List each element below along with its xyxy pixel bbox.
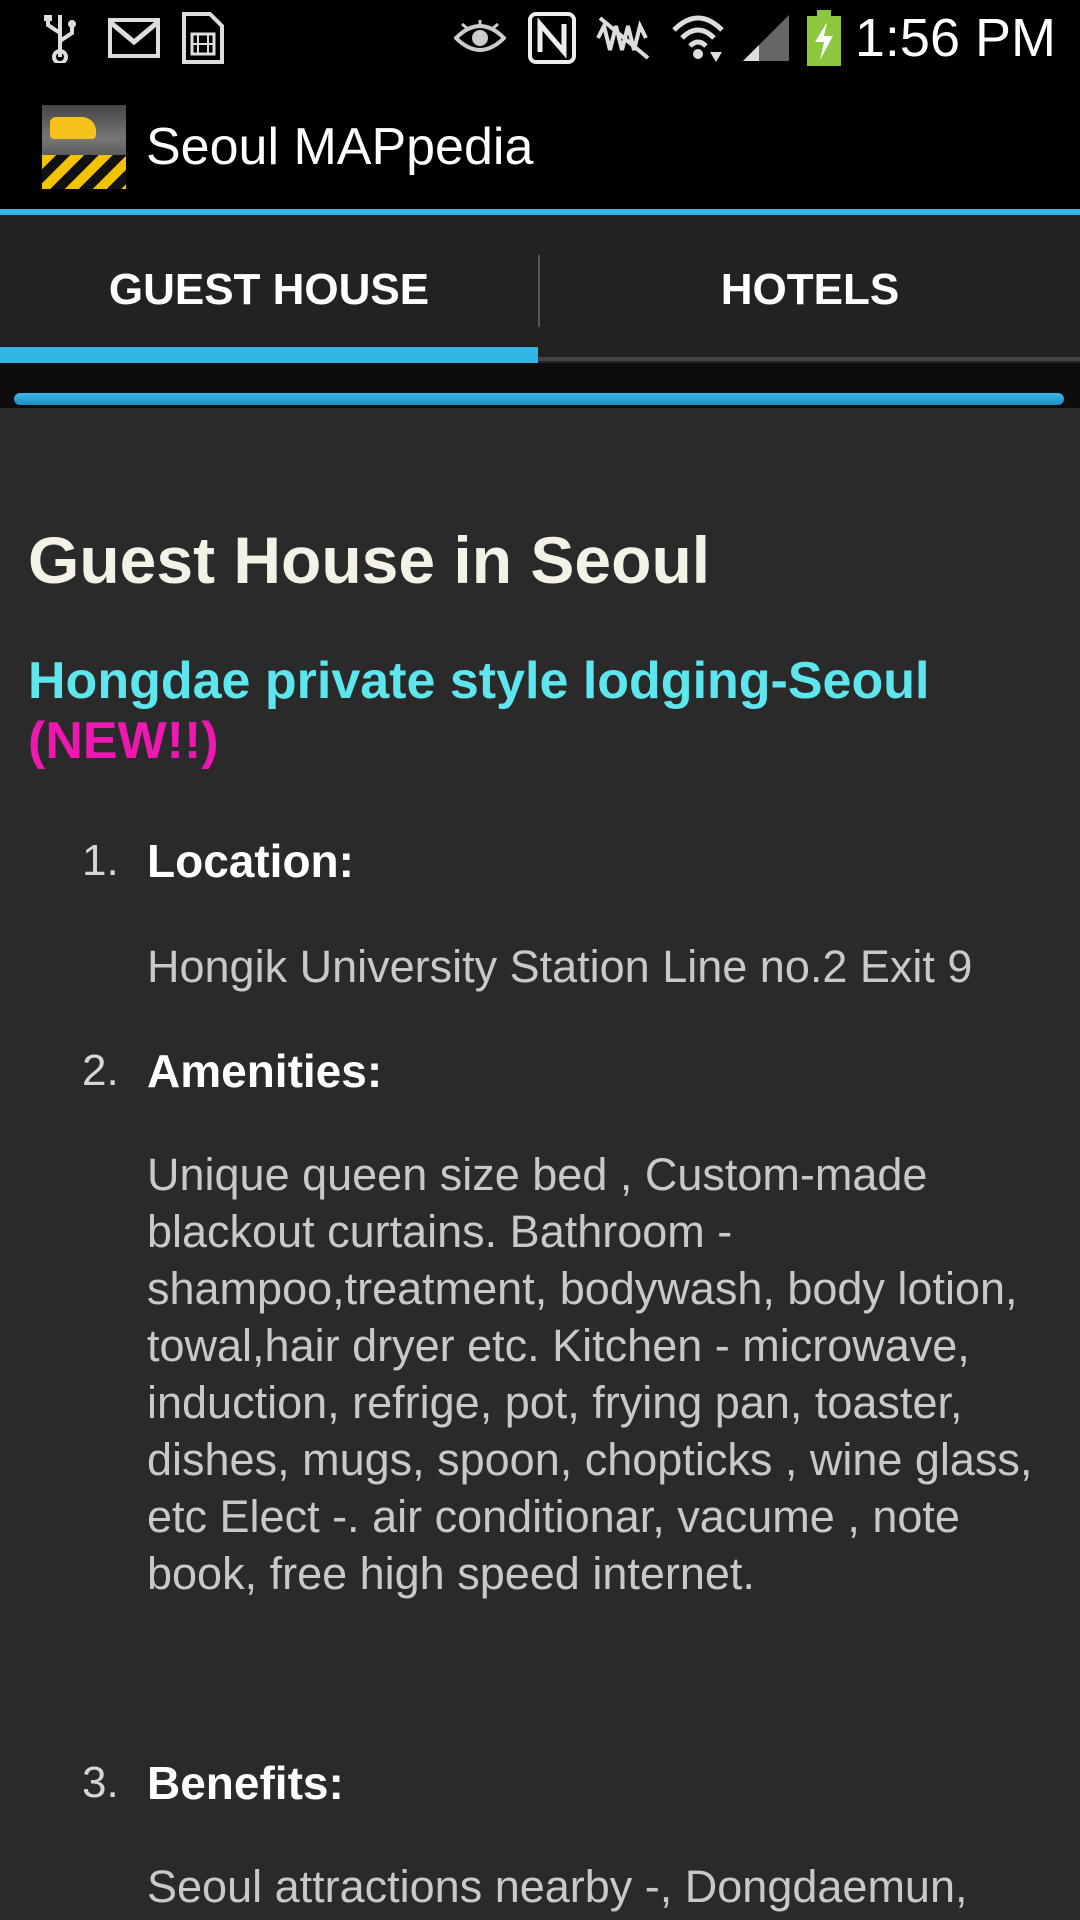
web-content[interactable]: Guest House in Seoul Hongdae private sty… <box>0 408 1080 1920</box>
nfc-icon <box>526 10 578 66</box>
tab-hotels[interactable]: HOTELS <box>540 215 1080 363</box>
list-item-body-location: Hongik University Station Line no.2 Exit… <box>147 941 973 992</box>
sim-icon <box>178 10 226 66</box>
tab-bar: GUEST HOUSE HOTELS <box>0 215 1080 363</box>
list-item-number: 1. <box>82 836 119 885</box>
list-item-body-benefits: Seoul attractions nearby -, Dongdaemun, … <box>147 1861 968 1920</box>
list-item-number: 3. <box>82 1758 119 1807</box>
app-logo-icon[interactable] <box>42 105 126 189</box>
loading-progress <box>0 363 1080 408</box>
list-item-heading-amenities: Amenities: <box>147 1045 383 1097</box>
usb-icon <box>36 10 84 66</box>
listing-title-text: Hongdae private style lodging-Seoul <box>28 652 930 710</box>
status-bar: 1:56 PM <box>0 0 1080 75</box>
list-item-body-amenities: Unique queen size bed , Custom-made blac… <box>147 1149 1033 1599</box>
tab-selected-indicator <box>0 347 538 363</box>
signal-icon <box>740 10 792 66</box>
tab-baseline <box>538 357 1080 361</box>
progress-bar-fill <box>14 393 1064 405</box>
page-title: Guest House in Seoul <box>28 523 711 597</box>
gmail-icon <box>106 10 162 66</box>
eye-icon <box>452 10 508 66</box>
app-title: Seoul MAPpedia <box>146 118 534 176</box>
list-item-heading-benefits: Benefits: <box>147 1757 344 1809</box>
tab-guest-house[interactable]: GUEST HOUSE <box>0 215 538 363</box>
list-item-number: 2. <box>82 1046 119 1095</box>
new-badge: (NEW!!) <box>28 712 219 770</box>
status-time: 1:56 PM <box>854 8 1056 68</box>
wifi-icon <box>668 10 728 66</box>
action-bar: Seoul MAPpedia <box>0 75 1080 215</box>
list-item-heading-location: Location: <box>147 835 354 887</box>
listing-title[interactable]: Hongdae private style lodging-Seoul (NEW… <box>28 651 1058 771</box>
no-signal-icon <box>592 10 656 66</box>
battery-charging-icon <box>804 10 844 66</box>
